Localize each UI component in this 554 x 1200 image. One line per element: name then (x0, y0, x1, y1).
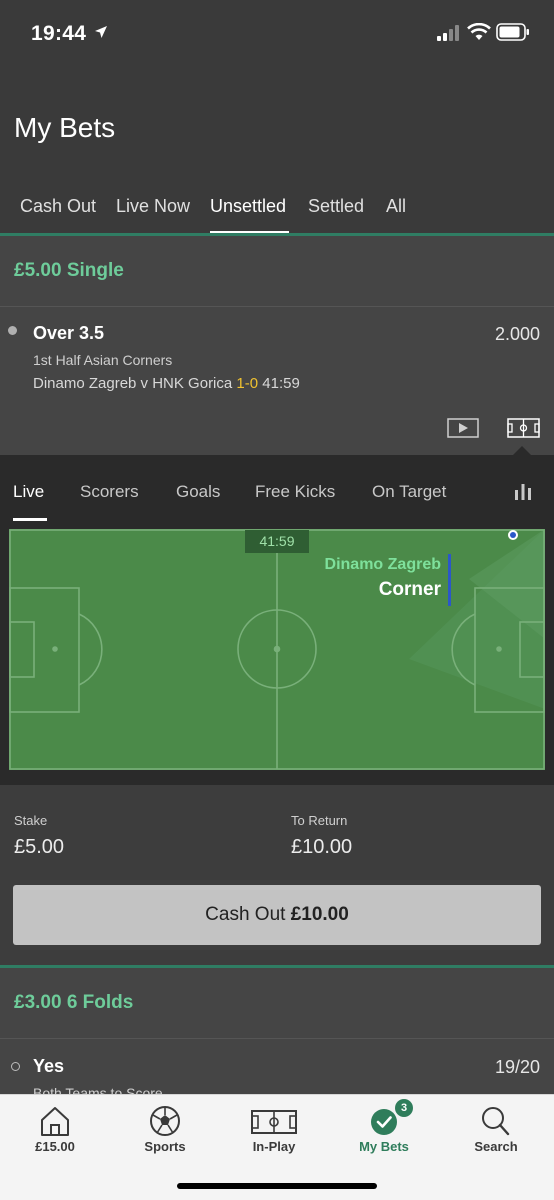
event-clock: 41:59 (262, 375, 300, 392)
selection-name: Over 3.5 (33, 323, 105, 343)
check-circle-icon (371, 1109, 397, 1135)
nav-label-my-bets: My Bets (359, 1139, 409, 1154)
tab-cash-out[interactable]: Cash Out (20, 196, 96, 217)
nav-label-search: Search (474, 1139, 518, 1154)
pitch-icon (251, 1110, 297, 1134)
nav-balance[interactable]: £15.00 (0, 1095, 110, 1175)
cash-out-amount: £10.00 (290, 904, 349, 925)
status-bar: 19:44 (0, 0, 554, 68)
tracker-tab-live[interactable]: Live (13, 482, 44, 502)
stake-section: Stake £5.00 To Return £10.00 Cash Out £1… (0, 785, 554, 967)
nav-label-in-play: In-Play (252, 1139, 296, 1154)
tab-settled[interactable]: Settled (308, 196, 364, 217)
location-arrow-icon (95, 26, 107, 38)
play-video-icon[interactable] (447, 418, 479, 438)
event-name: Dinamo Zagreb v HNK Gorica (33, 375, 233, 392)
bet-title: £5.00 Single (14, 260, 124, 281)
my-bets-badge: 3 (395, 1099, 413, 1117)
status-time: 19:44 (31, 22, 87, 45)
selection-name-2: Yes (33, 1056, 65, 1076)
signal-icon (437, 25, 459, 41)
nav-label-sports: Sports (144, 1139, 186, 1154)
bet-filter-tabs: Cash Out Live Now Unsettled Settled All (0, 188, 554, 235)
selection-ring-icon (11, 1062, 20, 1071)
header: My Bets Cash Out Live Now Unsettled Sett… (0, 68, 554, 235)
nav-sports[interactable]: Sports (110, 1095, 220, 1175)
live-dot-icon (8, 326, 17, 335)
stake-value: £5.00 (14, 836, 65, 858)
tracker-tab-indicator (13, 518, 47, 521)
event-marker (448, 554, 451, 606)
bet-selection-2[interactable]: Yes 19/20 Both Teams to Score (0, 1039, 554, 1095)
pitch-tracker-icon[interactable] (507, 418, 540, 438)
cash-out-label: Cash Out (205, 904, 286, 925)
bottom-nav: £15.00 Sports In-Play 3 My Bets Search (0, 1094, 554, 1200)
bet-header-2[interactable]: £3.00 6 Folds (0, 968, 554, 1038)
home-indicator[interactable] (177, 1183, 377, 1189)
tracker-tab-on-target[interactable]: On Target (372, 482, 446, 502)
tab-unsettled[interactable]: Unsettled (210, 196, 286, 217)
tab-all[interactable]: All (386, 196, 406, 217)
return-label: To Return (291, 813, 348, 828)
battery-icon (496, 23, 529, 41)
pitch (9, 529, 545, 770)
live-tracker: Live Scorers Goals Free Kicks On Target (0, 455, 554, 785)
nav-search[interactable]: Search (441, 1095, 551, 1175)
event-score: 1-0 (236, 375, 259, 392)
nav-label-balance: £15.00 (35, 1139, 75, 1154)
app-screen: 19:44 My Bets Cash Out Live Now Unsettle… (0, 0, 554, 1200)
tracker-tab-goals[interactable]: Goals (176, 482, 220, 502)
tab-live-now[interactable]: Live Now (116, 196, 190, 217)
home-icon (41, 1107, 69, 1136)
event-team: Dinamo Zagreb (324, 556, 441, 573)
return-value: £10.00 (291, 836, 353, 858)
search-icon (482, 1107, 510, 1136)
selection-odds-2: 19/20 (494, 1057, 540, 1077)
cash-out-button[interactable]: Cash Out £10.00 (13, 885, 541, 945)
nav-in-play[interactable]: In-Play (219, 1095, 329, 1175)
tracker-tab-scorers[interactable]: Scorers (80, 482, 139, 502)
selection-odds: 2.000 (494, 324, 540, 344)
stake-label: Stake (14, 813, 48, 828)
nav-my-bets[interactable]: 3 My Bets (329, 1095, 439, 1175)
football-icon (150, 1106, 180, 1136)
bet-title-2: £3.00 6 Folds (14, 992, 134, 1013)
wifi-icon (467, 23, 491, 40)
selection-market: 1st Half Asian Corners (33, 352, 173, 368)
bet-selection[interactable]: Over 3.5 2.000 1st Half Asian Corners Di… (0, 307, 554, 455)
stats-icon[interactable] (514, 482, 532, 500)
pitch-caret (513, 446, 531, 455)
tracker-tab-free-kicks[interactable]: Free Kicks (255, 482, 335, 502)
tracker-clock: 41:59 (245, 530, 309, 553)
event-type: Corner (378, 579, 441, 600)
selection-event: Dinamo Zagreb v HNK Gorica 1-0 41:59 (33, 375, 300, 392)
page-title: My Bets (14, 112, 116, 143)
bet-header[interactable]: £5.00 Single (0, 236, 554, 306)
